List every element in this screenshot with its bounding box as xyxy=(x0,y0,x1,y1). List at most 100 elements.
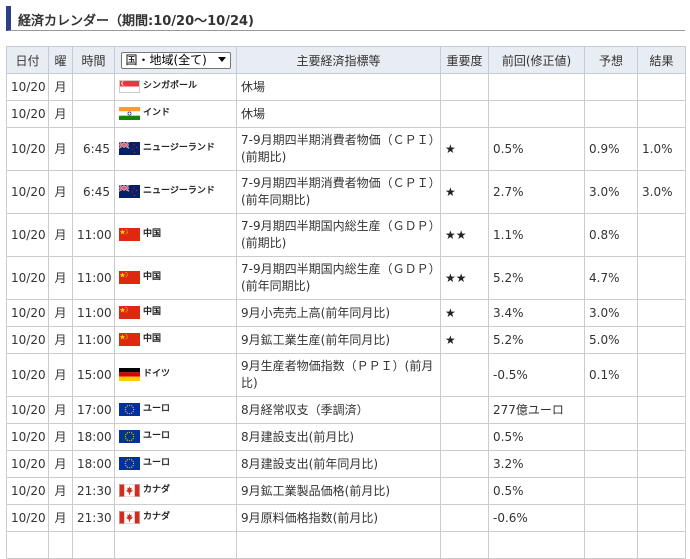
country-name: インド xyxy=(143,108,171,118)
cell-country xyxy=(114,531,237,559)
region-select[interactable]: 国・地域(全て) xyxy=(120,51,231,69)
cell-forecast xyxy=(584,531,638,559)
table-row: 10/20 月 18:00 ユーロ 8月建設支出(前月比) 0.5% xyxy=(6,423,686,451)
cell-date: 10/20 xyxy=(6,127,49,171)
table-row: 10/20 月 15:00 ドイツ 9月生産者物価指数（ＰＰＩ）(前月比) -0… xyxy=(6,353,686,397)
cell-importance xyxy=(440,531,489,559)
cell-time: 21:30 xyxy=(72,477,115,505)
cell-time: 11:00 xyxy=(72,299,115,327)
cell-previous xyxy=(488,100,585,128)
cell-forecast: 5.0% xyxy=(584,326,638,354)
table-row: 10/20 月 シンガポール 休場 xyxy=(6,73,686,101)
eu-flag-icon xyxy=(119,457,140,470)
cell-importance xyxy=(440,423,489,451)
table-row: 10/20 月 インド 休場 xyxy=(6,100,686,128)
cell-date: 10/20 xyxy=(6,504,49,532)
cell-result xyxy=(637,504,686,532)
cell-time: 17:00 xyxy=(72,396,115,424)
cell-result xyxy=(637,353,686,397)
header-time: 時間 xyxy=(72,46,115,74)
cell-previous: 3.2% xyxy=(488,450,585,478)
cell-indicator: 8月経常収支（季調済） xyxy=(236,396,441,424)
cell-day: 月 xyxy=(48,450,73,478)
cell-previous: 0.5% xyxy=(488,477,585,505)
cell-indicator: 8月建設支出(前年同月比) xyxy=(236,450,441,478)
cell-importance: ★ xyxy=(440,326,489,354)
table-row: 10/20 月 18:00 ユーロ 8月建設支出(前年同月比) 3.2% xyxy=(6,450,686,478)
title-bar: 経済カレンダー（期間:10/20〜10/24) xyxy=(6,6,685,31)
table-row: 10/20 月 11:00 中国 9月鉱工業生産(前年同月比) ★ 5.2% 5… xyxy=(6,326,686,354)
cell-date: 10/20 xyxy=(6,100,49,128)
cell-country: カナダ xyxy=(114,477,237,505)
cell-importance: ★ xyxy=(440,127,489,171)
cell-time: 6:45 xyxy=(72,127,115,171)
cell-importance xyxy=(440,504,489,532)
cell-day: 月 xyxy=(48,213,73,257)
cell-country: カナダ xyxy=(114,504,237,532)
page-title: 経済カレンダー（期間:10/20〜10/24) xyxy=(18,14,254,29)
cell-indicator: 9月生産者物価指数（ＰＰＩ）(前月比) xyxy=(236,353,441,397)
cell-time: 11:00 xyxy=(72,326,115,354)
cell-time xyxy=(72,73,115,101)
cell-result xyxy=(637,423,686,451)
cell-previous: 5.2% xyxy=(488,326,585,354)
cell-date xyxy=(6,531,49,559)
canada-flag-icon xyxy=(119,511,140,524)
cell-time xyxy=(72,531,115,559)
cell-indicator: 7-9月期四半期国内総生産（ＧＤＰ）(前期比) xyxy=(236,213,441,257)
cell-time: 21:30 xyxy=(72,504,115,532)
cell-country: 中国 xyxy=(114,299,237,327)
country-name: ユーロ xyxy=(143,458,171,468)
header-region: 国・地域(全て) xyxy=(114,46,237,74)
cell-importance xyxy=(440,396,489,424)
cell-importance xyxy=(440,100,489,128)
cell-day: 月 xyxy=(48,256,73,300)
cell-country: 中国 xyxy=(114,213,237,257)
cell-result xyxy=(637,396,686,424)
cell-date: 10/20 xyxy=(6,213,49,257)
cell-country: ドイツ xyxy=(114,353,237,397)
cell-indicator xyxy=(236,531,441,559)
cell-indicator: 9月鉱工業生産(前年同月比) xyxy=(236,326,441,354)
header-forecast: 予想 xyxy=(584,46,638,74)
table-row: 10/20 月 17:00 ユーロ 8月経常収支（季調済） 277億ユーロ xyxy=(6,396,686,424)
cell-day: 月 xyxy=(48,353,73,397)
cell-result: 3.0% xyxy=(637,170,686,214)
cell-previous: -0.6% xyxy=(488,504,585,532)
cell-forecast xyxy=(584,100,638,128)
country-name: ニュージーランド xyxy=(143,143,215,153)
cell-importance xyxy=(440,450,489,478)
header-date: 日付 xyxy=(6,46,49,74)
cell-forecast xyxy=(584,396,638,424)
canada-flag-icon xyxy=(119,484,140,497)
cell-previous xyxy=(488,73,585,101)
cell-time: 15:00 xyxy=(72,353,115,397)
china-flag-icon xyxy=(119,306,140,319)
cell-day: 月 xyxy=(48,477,73,505)
country-name: ユーロ xyxy=(143,404,171,414)
cell-country: 中国 xyxy=(114,256,237,300)
india-flag-icon xyxy=(119,107,140,120)
cell-indicator: 7-9月期四半期国内総生産（ＧＤＰ）(前年同期比) xyxy=(236,256,441,300)
cell-day: 月 xyxy=(48,396,73,424)
cell-forecast: 3.0% xyxy=(584,299,638,327)
china-flag-icon xyxy=(119,271,140,284)
eu-flag-icon xyxy=(119,403,140,416)
cell-forecast: 0.9% xyxy=(584,127,638,171)
country-name: 中国 xyxy=(143,229,162,239)
cell-country: ユーロ xyxy=(114,450,237,478)
cell-result xyxy=(637,531,686,559)
header-previous: 前回(修正値) xyxy=(488,46,585,74)
cell-previous: 3.4% xyxy=(488,299,585,327)
cell-date: 10/20 xyxy=(6,423,49,451)
germany-flag-icon xyxy=(119,368,140,381)
cell-time xyxy=(72,100,115,128)
cell-country: ユーロ xyxy=(114,396,237,424)
cell-time: 11:00 xyxy=(72,256,115,300)
cell-importance: ★★ xyxy=(440,213,489,257)
cell-date: 10/20 xyxy=(6,256,49,300)
cell-day: 月 xyxy=(48,326,73,354)
chevron-down-icon xyxy=(217,56,226,62)
cell-result: 1.0% xyxy=(637,127,686,171)
cell-forecast xyxy=(584,450,638,478)
